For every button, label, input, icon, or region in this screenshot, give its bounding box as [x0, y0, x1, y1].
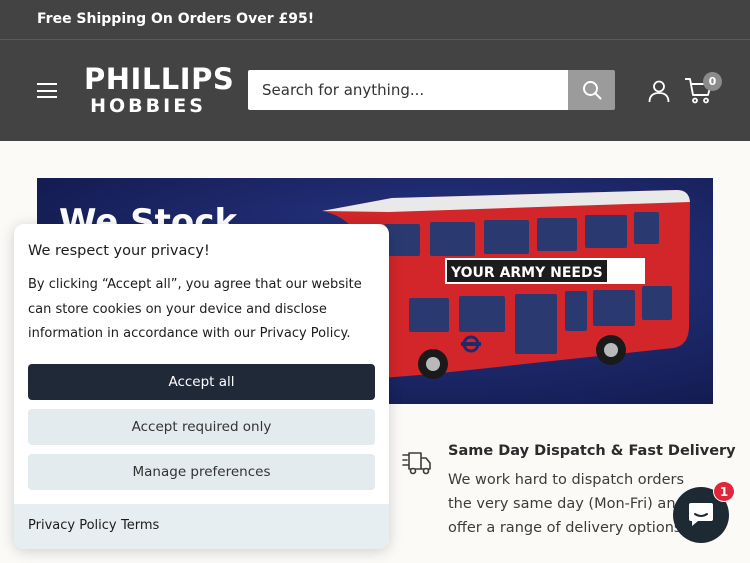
chat-notification-badge: 1	[713, 481, 735, 502]
announcement-bar: Free Shipping On Orders Over £95!	[0, 0, 750, 40]
cookie-consent-dialog: We respect your privacy! By clicking “Ac…	[14, 224, 389, 549]
search-input[interactable]	[248, 70, 568, 110]
bus-banner-text: YOUR ARMY NEEDS YOU	[450, 265, 640, 281]
logo-line-2: HOBBIES	[90, 95, 206, 117]
privacy-policy-link[interactable]: Privacy Policy	[28, 518, 117, 533]
search-bar	[248, 70, 615, 110]
feature-body: We work hard to dispatch orders the very…	[448, 472, 687, 536]
menu-icon[interactable]	[37, 83, 57, 98]
accept-required-button[interactable]: Accept required only	[28, 409, 375, 445]
search-button[interactable]	[568, 70, 615, 110]
chat-bubble-icon	[689, 503, 713, 526]
logo-line-1: PHILLIPS	[84, 62, 235, 96]
account-icon[interactable]	[647, 79, 671, 103]
search-icon	[582, 81, 601, 100]
cookie-body: By clicking “Accept all”, you agree that…	[28, 277, 362, 341]
accept-all-button[interactable]: Accept all	[28, 364, 375, 400]
feature-title: Same Day Dispatch & Fast Delivery	[448, 443, 736, 459]
delivery-truck-icon	[402, 452, 431, 475]
cart-count-badge: 0	[703, 72, 722, 91]
manage-preferences-button[interactable]: Manage preferences	[28, 454, 375, 490]
terms-link[interactable]: Terms	[121, 518, 159, 533]
site-header: PHILLIPS HOBBIES 0	[0, 40, 750, 141]
announcement-text: Free Shipping On Orders Over £95!	[37, 11, 315, 27]
cookie-footer: Privacy Policy Terms	[14, 504, 389, 549]
site-logo[interactable]: PHILLIPS HOBBIES	[84, 62, 235, 117]
cookie-title: We respect your privacy!	[28, 243, 210, 259]
